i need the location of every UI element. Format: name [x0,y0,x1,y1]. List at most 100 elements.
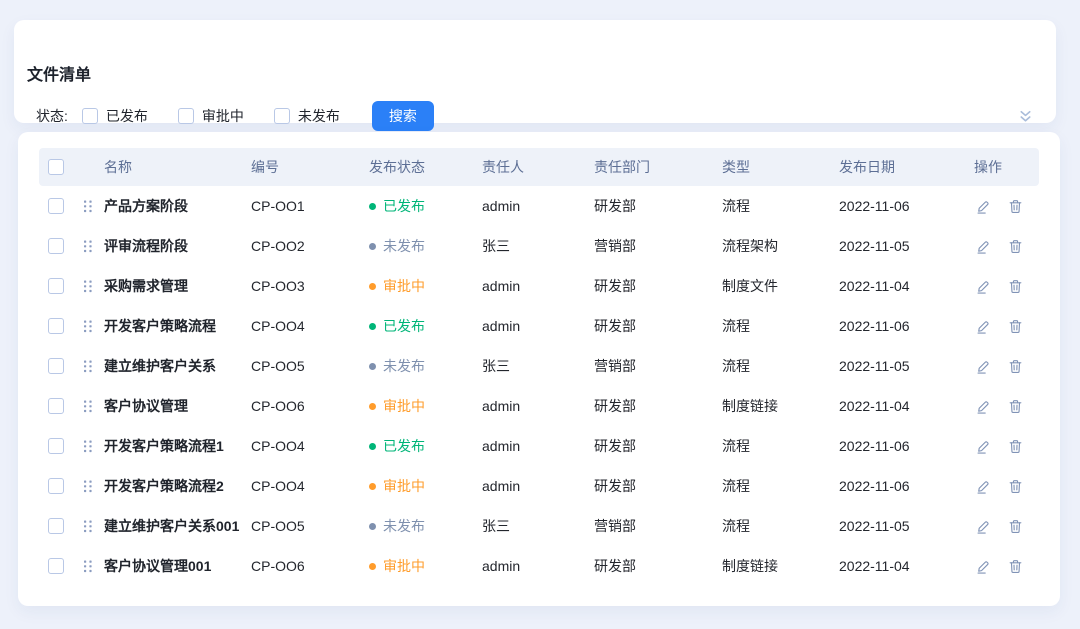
drag-handle-icon [83,560,93,573]
file-code: CP-OO1 [251,198,369,214]
status-filter-label: 状态: [36,106,68,126]
row-checkbox[interactable] [48,358,64,374]
row-actions [974,359,1039,374]
row-checkbox[interactable] [48,278,64,294]
file-department: 研发部 [594,476,722,496]
delete-icon[interactable] [1008,559,1023,574]
checkbox-published[interactable] [82,108,98,124]
table-row: 客户协议管理 CP-OO6 审批中 admin 研发部 制度链接 2022-11… [39,386,1039,426]
row-actions [974,239,1039,254]
file-name: 客户协议管理 [101,396,251,416]
edit-icon[interactable] [976,359,991,374]
checkbox-approving[interactable] [178,108,194,124]
delete-icon[interactable] [1008,519,1023,534]
file-type: 制度链接 [722,396,839,416]
file-department: 研发部 [594,196,722,216]
row-checkbox[interactable] [48,478,64,494]
delete-icon[interactable] [1008,359,1023,374]
edit-icon[interactable] [976,199,991,214]
file-name: 采购需求管理 [101,276,251,296]
status-label: 未发布 [383,516,425,536]
checkbox-approving-label: 审批中 [202,106,244,126]
delete-icon[interactable] [1008,279,1023,294]
file-type: 流程 [722,436,839,456]
status-dot [369,443,376,450]
file-name: 客户协议管理001 [101,556,251,576]
edit-icon[interactable] [976,479,991,494]
edit-icon[interactable] [976,559,991,574]
row-checkbox-cell [39,238,83,254]
file-type: 制度文件 [722,276,839,296]
row-handle-cell[interactable] [83,360,101,373]
file-owner: admin [482,478,594,494]
row-handle-cell[interactable] [83,440,101,453]
delete-icon[interactable] [1008,399,1023,414]
row-handle-cell[interactable] [83,400,101,413]
table-row: 开发客户策略流程 CP-OO4 已发布 admin 研发部 流程 2022-11… [39,306,1039,346]
edit-icon[interactable] [976,279,991,294]
status-label: 已发布 [383,196,425,216]
row-handle-cell[interactable] [83,480,101,493]
status-label: 已发布 [383,316,425,336]
file-department: 研发部 [594,556,722,576]
file-date: 2022-11-04 [839,398,974,414]
delete-icon[interactable] [1008,319,1023,334]
row-handle-cell[interactable] [83,520,101,533]
row-actions [974,439,1039,454]
row-checkbox[interactable] [48,558,64,574]
row-handle-cell[interactable] [83,280,101,293]
status-label: 已发布 [383,436,425,456]
file-date: 2022-11-04 [839,278,974,294]
row-actions [974,199,1039,214]
search-button[interactable]: 搜索 [372,101,434,131]
checkbox-unpublished[interactable] [274,108,290,124]
drag-handle-icon [83,520,93,533]
delete-icon[interactable] [1008,479,1023,494]
col-header-type: 类型 [722,157,839,177]
edit-icon[interactable] [976,399,991,414]
filter-option-approving[interactable]: 审批中 [178,106,244,126]
col-header-owner: 责任人 [482,157,594,177]
file-type: 流程 [722,476,839,496]
status-dot [369,363,376,370]
delete-icon[interactable] [1008,439,1023,454]
row-checkbox[interactable] [48,518,64,534]
row-handle-cell[interactable] [83,320,101,333]
file-date: 2022-11-06 [839,318,974,334]
file-owner: 张三 [482,236,594,256]
edit-icon[interactable] [976,239,991,254]
row-checkbox[interactable] [48,198,64,214]
status-badge: 审批中 [369,476,482,496]
file-type: 流程 [722,516,839,536]
delete-icon[interactable] [1008,199,1023,214]
status-label: 审批中 [383,396,425,416]
select-all-checkbox[interactable] [48,159,64,175]
file-department: 研发部 [594,396,722,416]
row-checkbox[interactable] [48,398,64,414]
table-row: 评审流程阶段 CP-OO2 未发布 张三 营销部 流程架构 2022-11-05 [39,226,1039,266]
status-badge: 审批中 [369,276,482,296]
file-name: 开发客户策略流程 [101,316,251,336]
file-code: CP-OO4 [251,438,369,454]
row-handle-cell[interactable] [83,560,101,573]
filter-option-unpublished[interactable]: 未发布 [274,106,340,126]
row-checkbox[interactable] [48,438,64,454]
col-header-name: 名称 [101,157,251,177]
row-checkbox[interactable] [48,318,64,334]
table-header-row: 名称 编号 发布状态 责任人 责任部门 类型 发布日期 操作 [39,148,1039,186]
file-owner: admin [482,278,594,294]
table-body: 产品方案阶段 CP-OO1 已发布 admin 研发部 流程 2022-11-0… [39,186,1039,586]
edit-icon[interactable] [976,319,991,334]
status-dot [369,403,376,410]
edit-icon[interactable] [976,439,991,454]
row-handle-cell[interactable] [83,240,101,253]
delete-icon[interactable] [1008,239,1023,254]
row-handle-cell[interactable] [83,200,101,213]
status-label: 审批中 [383,556,425,576]
filter-option-published[interactable]: 已发布 [82,106,148,126]
edit-icon[interactable] [976,519,991,534]
filter-row: 状态: 已发布 审批中 未发布 搜索 [36,101,1034,131]
collapse-toggle[interactable] [1017,108,1034,125]
row-checkbox[interactable] [48,238,64,254]
file-department: 研发部 [594,276,722,296]
